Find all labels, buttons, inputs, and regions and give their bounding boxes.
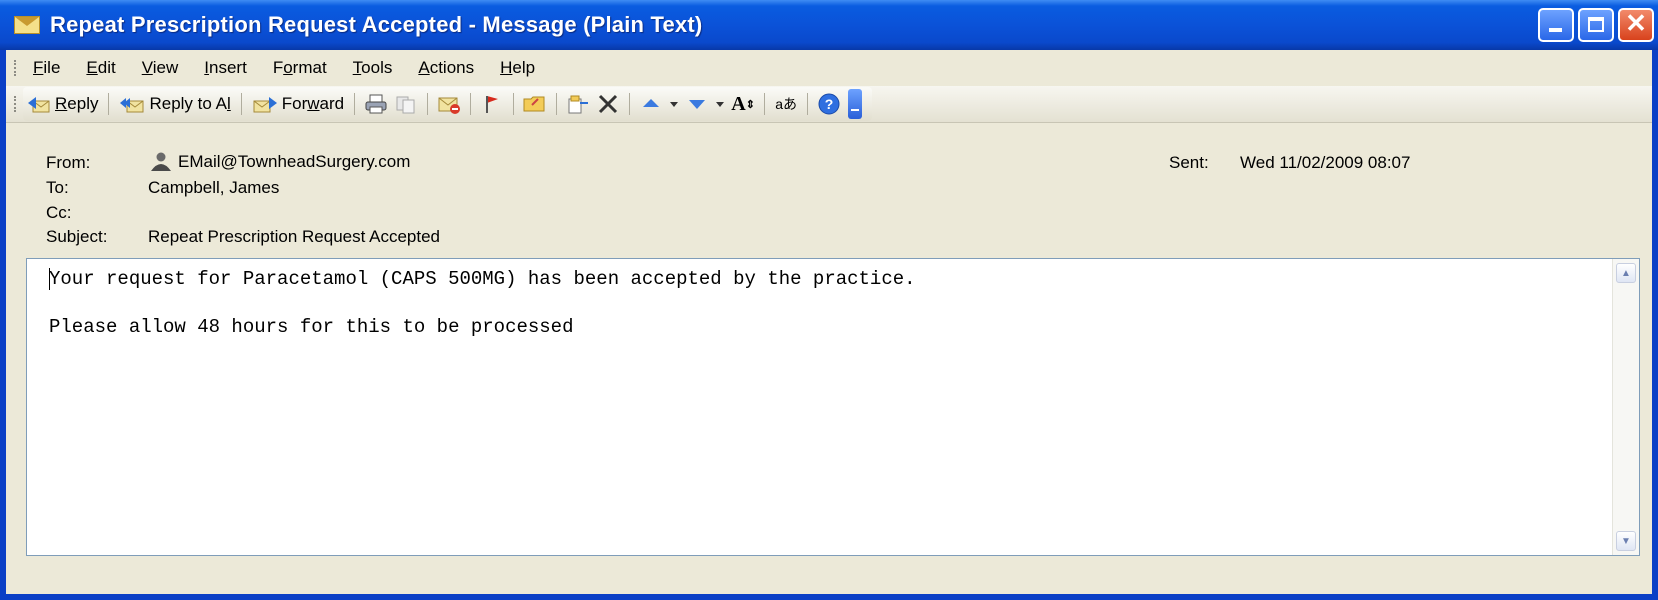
menu-edit[interactable]: Edit [86,58,115,78]
printer-icon [365,94,387,114]
move-icon [568,95,589,114]
next-dropdown[interactable] [712,89,728,119]
maximize-button[interactable] [1578,8,1614,42]
reply-all-button[interactable]: Reply to Al [115,89,234,119]
menu-format[interactable]: Format [273,58,327,78]
scroll-up-icon: ▲ [1621,267,1631,279]
standard-toolbar: Reply Reply to Al Forward A ⇕ a あ ? [6,86,1652,122]
copy-button[interactable] [391,89,421,119]
toolbar-separator [807,93,809,115]
toolbar-separator [470,93,472,115]
mark-unread-button[interactable] [434,89,464,119]
close-button[interactable]: ✕ [1618,8,1654,42]
message-window: Repeat Prescription Request Accepted - M… [0,0,1658,600]
move-to-folder-button[interactable] [520,89,550,119]
menu-help[interactable]: Help [500,58,535,78]
help-icon: ? [818,93,840,115]
menu-grip[interactable] [14,60,19,76]
toolbar-separator [629,93,631,115]
message-header: From: EMail@TownheadSurgery.com To: Camp… [6,122,1652,257]
help-button[interactable]: ? [814,89,844,119]
envelope-flag-icon [438,97,461,114]
toolbar-separator [556,93,558,115]
next-item-button[interactable] [682,89,712,119]
delete-button[interactable] [593,89,623,119]
scroll-down-icon: ▼ [1621,535,1631,547]
menu-tools[interactable]: Tools [353,58,393,78]
flag-icon [486,96,499,113]
down-arrow-icon [689,100,706,109]
toolbar-grip[interactable] [14,96,19,112]
menu-actions[interactable]: Actions [418,58,474,78]
menu-file[interactable]: File [33,58,60,78]
message-line-3: Please allow 48 hours for this to be pro… [49,316,574,338]
reply-all-icon [120,98,144,113]
previous-dropdown[interactable] [666,89,682,119]
reply-button[interactable]: Reply [23,89,102,119]
toolbar-buttons: Reply Reply to Al Forward A ⇕ a あ ? [23,87,873,121]
message-line-1: Your request for Paracetamol (CAPS 500MG… [49,268,916,290]
toolbar-separator [354,93,356,115]
vertical-scrollbar[interactable]: ▲ ▼ [1612,259,1639,555]
scroll-up-button[interactable]: ▲ [1616,263,1636,283]
close-icon: ✕ [1625,8,1647,38]
from-label: From: [46,153,91,172]
folder-icon [523,96,545,112]
categorize-button[interactable] [563,89,593,119]
toolbar-options-button[interactable] [848,89,863,119]
sent-label: Sent: [1169,153,1209,172]
menu-view[interactable]: View [142,58,179,78]
cc-label: Cc: [46,203,72,222]
svg-text:?: ? [825,96,834,112]
follow-up-button[interactable] [477,89,507,119]
envelope-icon [14,16,40,34]
minimize-button[interactable] [1538,8,1574,42]
toolbar-separator [108,93,110,115]
reply-icon [28,97,50,113]
maximize-icon [1588,17,1604,32]
font-size-arrows-icon: ⇕ [745,98,755,111]
person-icon [151,152,171,171]
font-size-button[interactable]: A ⇕ [728,89,758,119]
translate-button[interactable]: aあ [771,89,801,119]
toolbar-separator [240,93,242,115]
copy-icon [396,96,415,114]
forward-button[interactable]: Forward [248,89,348,119]
subject-value: Repeat Prescription Request Accepted [148,227,441,246]
message-text[interactable]: Your request for Paracetamol (CAPS 500MG… [49,267,916,339]
toolbar-separator [513,93,515,115]
toolbar-separator [764,93,766,115]
forward-icon [253,97,277,113]
delete-icon [599,94,618,114]
sent-value: Wed 11/02/2009 08:07 [1240,153,1411,172]
window-title: Repeat Prescription Request Accepted - M… [50,12,703,37]
from-value[interactable]: EMail@TownheadSurgery.com [178,152,410,172]
to-label: To: [46,178,69,197]
previous-item-button[interactable] [636,89,666,119]
up-arrow-icon [643,99,660,107]
title-bar[interactable]: Repeat Prescription Request Accepted - M… [0,0,1658,50]
scroll-down-button[interactable]: ▼ [1616,531,1636,551]
menu-insert[interactable]: Insert [204,58,247,78]
minimize-icon [1549,28,1562,32]
toolbar-separator [427,93,429,115]
window-controls: ✕ [1538,8,1654,42]
menu-bar: File Edit View Insert Format Tools Actio… [6,50,1652,86]
from-field[interactable]: EMail@TownheadSurgery.com [148,151,410,173]
to-value[interactable]: Campbell, James [148,178,279,198]
message-body[interactable]: Your request for Paracetamol (CAPS 500MG… [26,258,1640,556]
translate-icon: あ [783,96,797,112]
dropdown-arrow-icon [670,102,679,107]
dropdown-arrow-icon [716,102,725,107]
print-button[interactable] [361,89,391,119]
subject-label: Subject: [46,227,108,246]
